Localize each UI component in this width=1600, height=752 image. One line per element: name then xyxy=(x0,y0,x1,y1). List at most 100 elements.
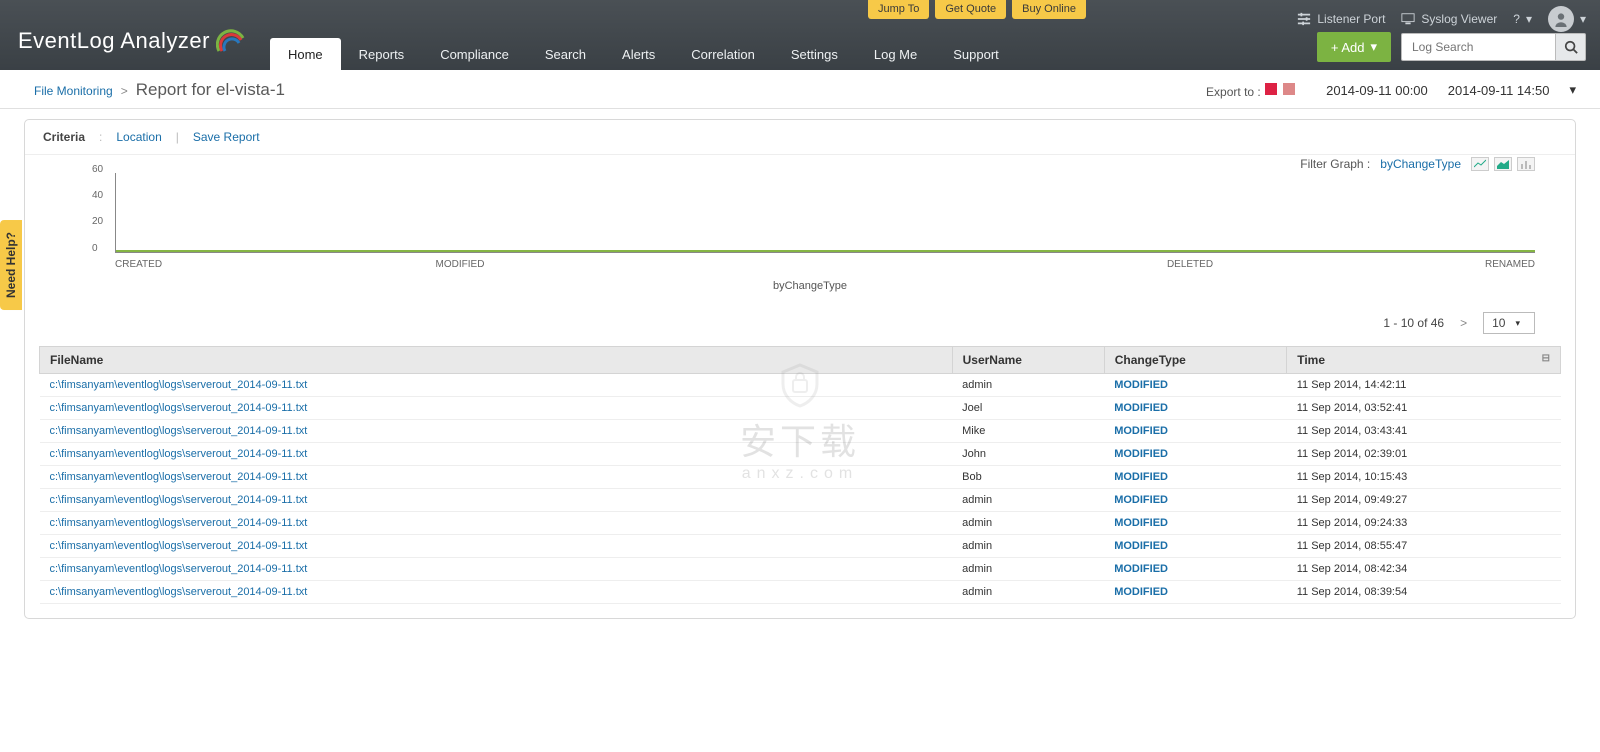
chart-area: Filter Graph : byChangeType Count 020406… xyxy=(25,155,1575,298)
col-time[interactable]: Time ⊟ xyxy=(1287,347,1561,374)
main-nav: HomeReportsComplianceSearchAlertsCorrela… xyxy=(270,38,1017,70)
table-row: c:\fimsanyam\eventlog\logs\serverout_201… xyxy=(40,512,1561,535)
file-link[interactable]: c:\fimsanyam\eventlog\logs\serverout_201… xyxy=(50,402,308,414)
file-link[interactable]: c:\fimsanyam\eventlog\logs\serverout_201… xyxy=(50,448,308,460)
file-link[interactable]: c:\fimsanyam\eventlog\logs\serverout_201… xyxy=(50,586,308,598)
product-logo: EventLog Analyzer xyxy=(0,26,264,70)
area-chart-icon[interactable] xyxy=(1494,157,1512,171)
chart-x-labels: CREATEDMODIFIEDDELETEDRENAMED xyxy=(115,253,1535,270)
pagination-next[interactable]: > xyxy=(1460,316,1467,330)
bar-chart-icon[interactable] xyxy=(1517,157,1535,171)
col-username[interactable]: UserName xyxy=(952,347,1104,374)
nav-tab-correlation[interactable]: Correlation xyxy=(673,38,773,70)
cell-time: 11 Sep 2014, 03:52:41 xyxy=(1287,397,1561,420)
cell-username: admin xyxy=(952,489,1104,512)
file-link[interactable]: c:\fimsanyam\eventlog\logs\serverout_201… xyxy=(50,540,308,552)
nav-right: + Add ▾ xyxy=(1317,32,1586,62)
col-filename[interactable]: FileName xyxy=(40,347,953,374)
cell-username: admin xyxy=(952,535,1104,558)
filter-graph-label: Filter Graph : xyxy=(1300,157,1370,171)
syslog-viewer-link[interactable]: Syslog Viewer xyxy=(1401,12,1497,26)
table-row: c:\fimsanyam\eventlog\logs\serverout_201… xyxy=(40,489,1561,512)
search-icon xyxy=(1564,40,1578,54)
pill-jump-to[interactable]: Jump To xyxy=(868,0,929,19)
column-settings-icon[interactable]: ⊟ xyxy=(1542,353,1550,364)
cell-filename: c:\fimsanyam\eventlog\logs\serverout_201… xyxy=(40,535,953,558)
x-label-modified: MODIFIED xyxy=(345,253,775,270)
user-menu[interactable]: ▾ xyxy=(1548,6,1586,32)
add-button[interactable]: + Add ▾ xyxy=(1317,32,1391,62)
log-search-input[interactable] xyxy=(1401,33,1556,61)
nav-tab-settings[interactable]: Settings xyxy=(773,38,856,70)
cell-filename: c:\fimsanyam\eventlog\logs\serverout_201… xyxy=(40,397,953,420)
listener-port-link[interactable]: Listener Port xyxy=(1297,12,1385,26)
page-title: Report for el-vista-1 xyxy=(136,80,285,100)
file-link[interactable]: c:\fimsanyam\eventlog\logs\serverout_201… xyxy=(50,494,308,506)
nav-tab-log-me[interactable]: Log Me xyxy=(856,38,935,70)
pill-get-quote[interactable]: Get Quote xyxy=(935,0,1006,19)
cell-username: Joel xyxy=(952,397,1104,420)
cell-username: John xyxy=(952,443,1104,466)
logo-arc-icon xyxy=(216,26,246,56)
cell-filename: c:\fimsanyam\eventlog\logs\serverout_201… xyxy=(40,489,953,512)
col-changetype[interactable]: ChangeType xyxy=(1104,347,1287,374)
x-label-renamed: RENAMED xyxy=(1305,253,1535,270)
page-size-select[interactable]: 10 xyxy=(1483,312,1535,334)
report-card: Criteria : Location | Save Report Filter… xyxy=(24,119,1576,619)
help-menu[interactable]: ? ▾ xyxy=(1513,12,1532,26)
date-from: 2014-09-11 00:00 xyxy=(1326,83,1428,98)
need-help-tab[interactable]: Need Help? xyxy=(0,220,22,310)
y-tick: 0 xyxy=(92,243,98,254)
cell-username: admin xyxy=(952,581,1104,604)
add-button-label: + Add xyxy=(1331,40,1365,55)
criteria-location[interactable]: Location xyxy=(116,130,161,144)
cell-username: admin xyxy=(952,512,1104,535)
file-link[interactable]: c:\fimsanyam\eventlog\logs\serverout_201… xyxy=(50,563,308,575)
nav-tab-compliance[interactable]: Compliance xyxy=(422,38,527,70)
line-chart-icon[interactable] xyxy=(1471,157,1489,171)
log-search xyxy=(1401,33,1586,61)
file-link[interactable]: c:\fimsanyam\eventlog\logs\serverout_201… xyxy=(50,471,308,483)
app-header: EventLog Analyzer Jump To Get Quote Buy … xyxy=(0,0,1600,70)
cell-filename: c:\fimsanyam\eventlog\logs\serverout_201… xyxy=(40,512,953,535)
avatar-icon xyxy=(1548,6,1574,32)
cell-filename: c:\fimsanyam\eventlog\logs\serverout_201… xyxy=(40,443,953,466)
export-to: Export to : xyxy=(1206,82,1296,99)
cell-changetype: MODIFIED xyxy=(1104,489,1287,512)
table-row: c:\fimsanyam\eventlog\logs\serverout_201… xyxy=(40,397,1561,420)
log-search-button[interactable] xyxy=(1556,33,1586,61)
pill-buy-online[interactable]: Buy Online xyxy=(1012,0,1086,19)
filter-graph-value[interactable]: byChangeType xyxy=(1380,157,1461,171)
cell-filename: c:\fimsanyam\eventlog\logs\serverout_201… xyxy=(40,466,953,489)
nav-tab-search[interactable]: Search xyxy=(527,38,604,70)
cell-changetype: MODIFIED xyxy=(1104,581,1287,604)
top-pills: Jump To Get Quote Buy Online xyxy=(868,0,1086,19)
filter-graph: Filter Graph : byChangeType xyxy=(1300,157,1535,171)
page-size-value: 10 xyxy=(1492,316,1505,330)
file-link[interactable]: c:\fimsanyam\eventlog\logs\serverout_201… xyxy=(50,379,308,391)
table-row: c:\fimsanyam\eventlog\logs\serverout_201… xyxy=(40,558,1561,581)
nav-tab-reports[interactable]: Reports xyxy=(341,38,423,70)
subheader-right: Export to : 2014-09-11 00:00 2014-09-11 … xyxy=(1206,82,1576,99)
date-to: 2014-09-11 14:50 xyxy=(1448,83,1550,98)
csv-icon[interactable] xyxy=(1282,82,1296,96)
sliders-icon xyxy=(1297,12,1311,26)
monitor-icon xyxy=(1401,12,1415,26)
nav-tab-support[interactable]: Support xyxy=(935,38,1017,70)
y-tick: 40 xyxy=(92,190,103,201)
nav-tab-alerts[interactable]: Alerts xyxy=(604,38,673,70)
cell-username: admin xyxy=(952,558,1104,581)
help-label: ? xyxy=(1513,12,1520,26)
cell-time: 11 Sep 2014, 08:39:54 xyxy=(1287,581,1561,604)
table-row: c:\fimsanyam\eventlog\logs\serverout_201… xyxy=(40,374,1561,397)
file-link[interactable]: c:\fimsanyam\eventlog\logs\serverout_201… xyxy=(50,517,308,529)
table-row: c:\fimsanyam\eventlog\logs\serverout_201… xyxy=(40,581,1561,604)
nav-tab-home[interactable]: Home xyxy=(270,38,341,70)
criteria-save-report[interactable]: Save Report xyxy=(193,130,260,144)
breadcrumb-parent[interactable]: File Monitoring xyxy=(34,84,113,98)
cell-changetype: MODIFIED xyxy=(1104,420,1287,443)
file-link[interactable]: c:\fimsanyam\eventlog\logs\serverout_201… xyxy=(50,425,308,437)
results-table: FileName UserName ChangeType Time ⊟ c:\f… xyxy=(39,346,1561,604)
date-range[interactable]: 2014-09-11 00:00 2014-09-11 14:50 ▾ xyxy=(1326,82,1576,98)
pdf-icon[interactable] xyxy=(1264,82,1278,96)
